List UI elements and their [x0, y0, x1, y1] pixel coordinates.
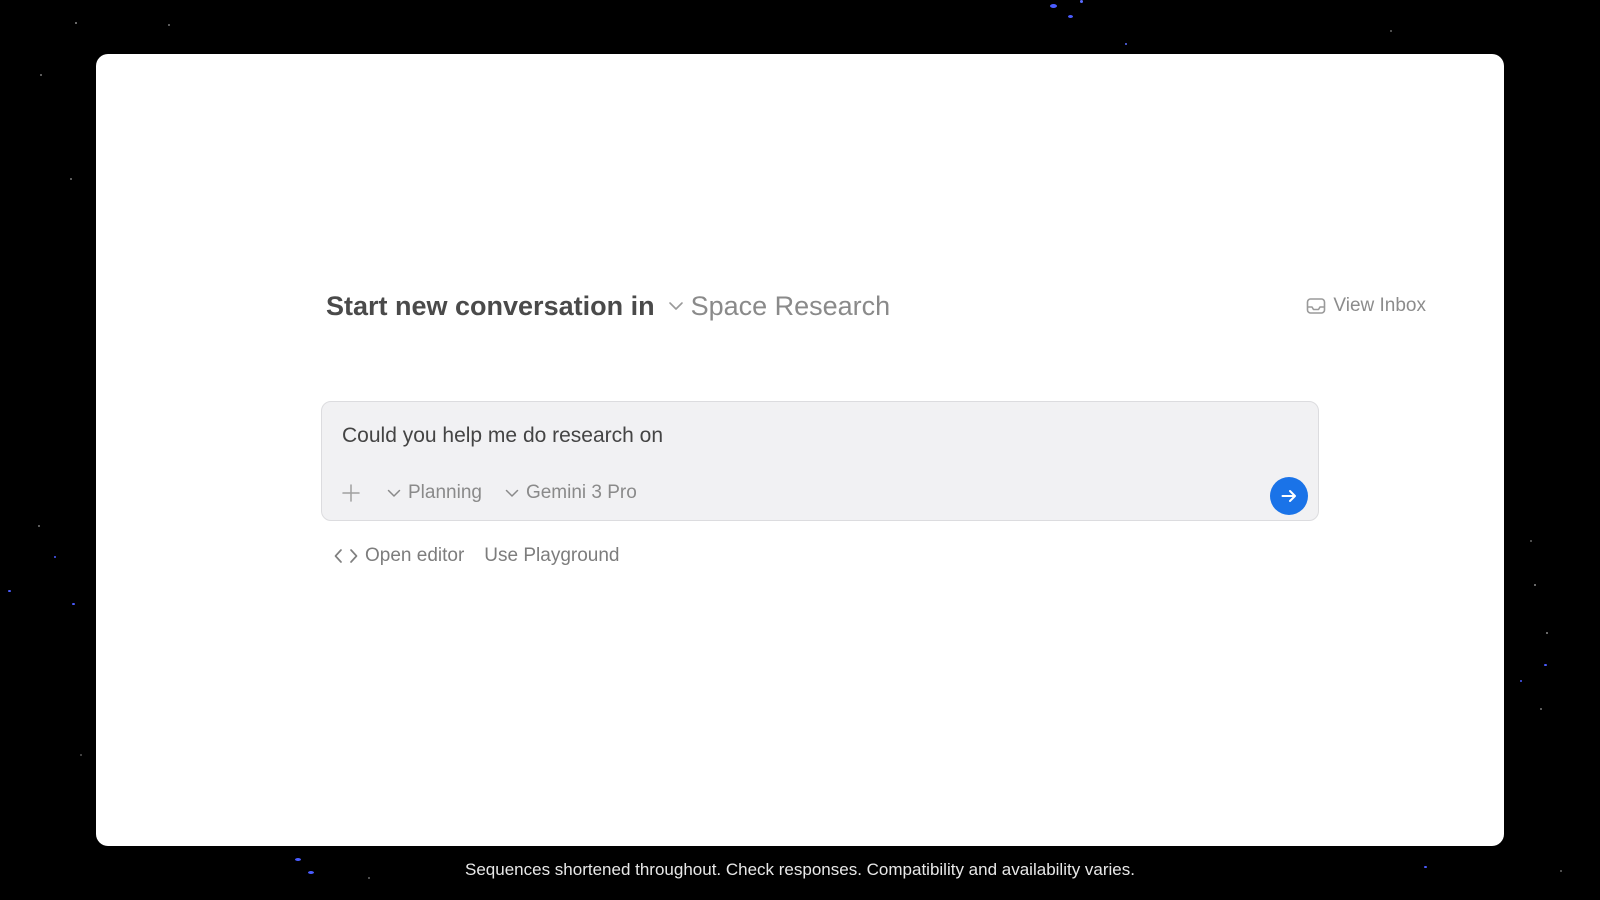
mode-selector[interactable]: Planning [386, 482, 482, 504]
star-decoration [1530, 540, 1532, 542]
model-label: Gemini 3 Pro [525, 482, 637, 503]
plus-icon [342, 484, 360, 502]
star-decoration [75, 22, 77, 24]
star-decoration [1546, 632, 1548, 634]
use-playground-button[interactable]: Use Playground [484, 545, 619, 567]
star-decoration [8, 590, 11, 592]
open-editor-button[interactable]: Open editor [333, 545, 464, 567]
star-decoration [1520, 680, 1522, 682]
star-decoration [1068, 15, 1073, 18]
star-decoration [1050, 4, 1057, 8]
star-decoration [168, 24, 170, 26]
code-icon [334, 549, 358, 563]
star-decoration [54, 556, 56, 558]
star-decoration [72, 603, 75, 605]
conversation-header: Start new conversation in Space Research… [326, 286, 1426, 326]
chevron-down-icon [668, 302, 683, 310]
star-decoration [1544, 664, 1547, 666]
chevron-down-icon [505, 489, 519, 497]
composer-toolbar: Planning Gemini 3 Pro [340, 478, 659, 508]
send-button[interactable] [1270, 477, 1308, 515]
disclaimer-caption: Sequences shortened throughout. Check re… [465, 860, 1135, 879]
star-decoration [1540, 708, 1542, 710]
arrow-right-icon [1281, 490, 1296, 502]
add-attachment-button[interactable] [340, 482, 362, 504]
star-decoration [1534, 584, 1536, 586]
prompt-composer: Planning Gemini 3 Pro [321, 401, 1319, 521]
secondary-actions: Open editor Use Playground [333, 545, 640, 567]
page-title: Start new conversation in [326, 290, 655, 321]
star-decoration [38, 525, 40, 527]
star-decoration [1080, 0, 1083, 3]
view-inbox-button[interactable]: View Inbox [1305, 295, 1426, 317]
use-playground-label: Use Playground [484, 545, 620, 566]
prompt-input[interactable] [342, 424, 1222, 448]
workspace-name: Space Research [690, 290, 891, 321]
open-editor-label: Open editor [365, 545, 465, 566]
star-decoration [40, 74, 42, 76]
chevron-down-icon [387, 489, 401, 497]
star-decoration [70, 178, 72, 180]
view-inbox-label: View Inbox [1333, 295, 1426, 316]
inbox-icon [1307, 298, 1326, 314]
star-decoration [80, 754, 82, 756]
star-decoration [1390, 30, 1392, 32]
workspace-selector[interactable]: Space Research [667, 290, 891, 322]
mode-label: Planning [408, 482, 482, 503]
video-frame: Start new conversation in Space Research… [0, 0, 1600, 900]
star-decoration [1125, 43, 1127, 45]
model-selector[interactable]: Gemini 3 Pro [504, 482, 637, 504]
